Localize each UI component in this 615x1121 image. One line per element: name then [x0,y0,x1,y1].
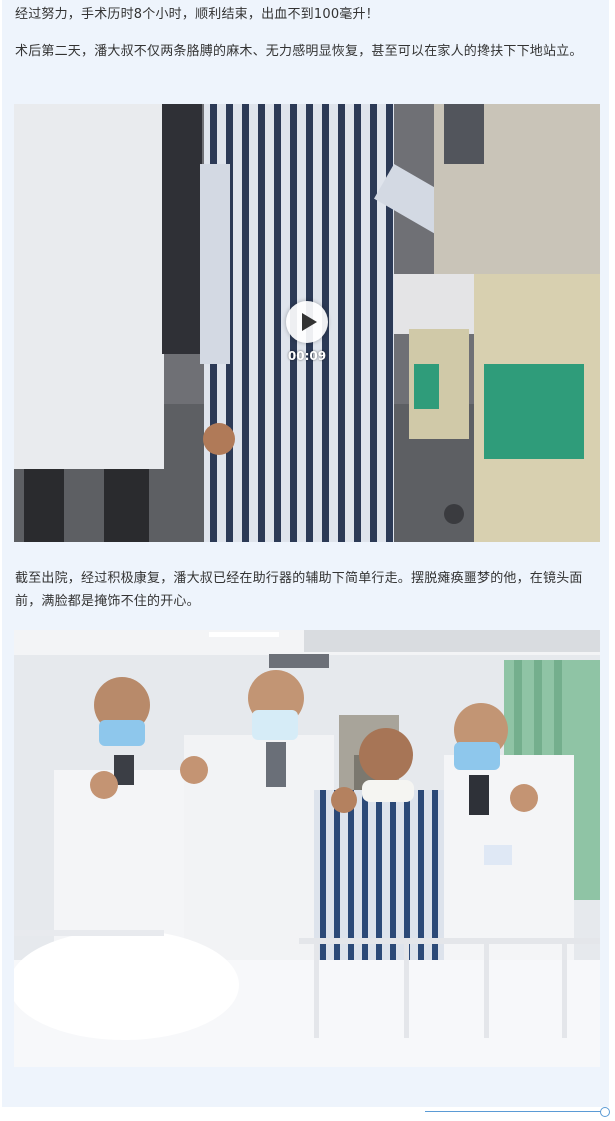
video-player[interactable]: 00:09 [14,104,600,542]
paragraph-day-after-surgery: 术后第二天，潘大叔不仅两条胳膊的麻木、无力感明显恢复，甚至可以在家人的搀扶下下地… [15,44,583,59]
divider-circle-icon [600,1107,610,1117]
discharge-group-photo [14,630,600,1067]
play-button[interactable] [286,301,328,343]
paragraph-discharge: 截至出院，经过积极康复，潘大叔已经在助行器的辅助下简单行走。摆脱瘫痪噩梦的他，在… [15,571,583,609]
article-body: 经过努力，手术历时8个小时，顺利结束，出血不到100毫升！ 术后第二天，潘大叔不… [2,0,609,1107]
paragraph-surgery-result: 经过努力，手术历时8个小时，顺利结束，出血不到100毫升！ [15,7,379,22]
bottom-divider-line [425,1111,603,1112]
play-icon [302,313,317,331]
group-photo-image [14,630,600,1067]
video-duration: 00:09 [287,349,327,363]
